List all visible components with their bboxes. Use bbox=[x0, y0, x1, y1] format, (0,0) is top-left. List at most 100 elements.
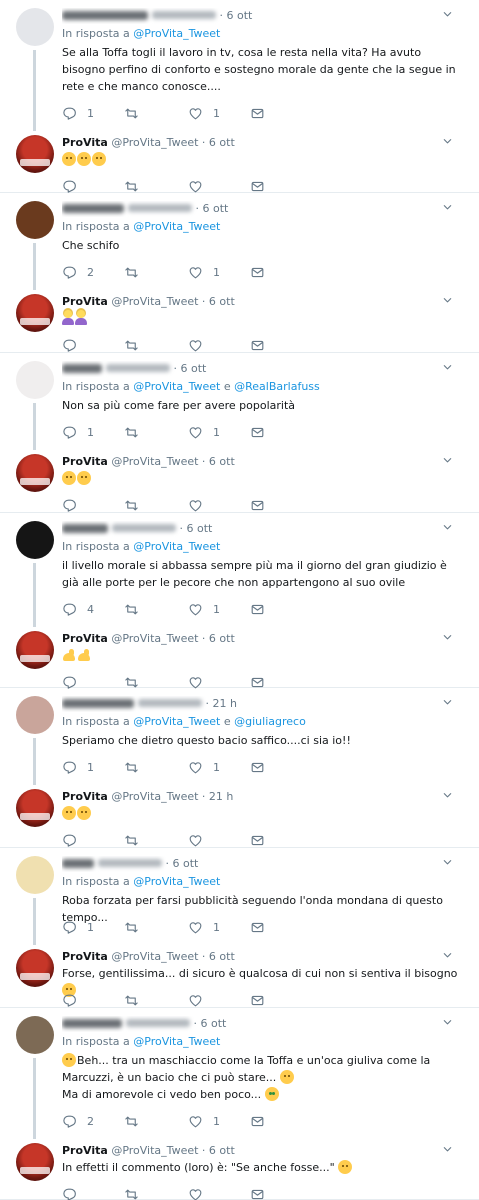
provita-avatar[interactable] bbox=[16, 294, 54, 332]
provita-avatar[interactable] bbox=[16, 949, 54, 987]
reply-button[interactable] bbox=[62, 497, 77, 513]
tweet-menu[interactable] bbox=[442, 1144, 453, 1158]
tweet-menu[interactable] bbox=[442, 136, 453, 150]
provita-avatar[interactable] bbox=[16, 135, 54, 173]
author-name[interactable]: ProVita bbox=[62, 136, 108, 149]
like-button[interactable] bbox=[188, 1186, 203, 1200]
author-handle[interactable]: @ProVita_Tweet bbox=[111, 790, 198, 803]
mention-link[interactable]: @RealBarlafuss bbox=[234, 380, 320, 393]
author-handle-redacted[interactable] bbox=[98, 859, 162, 867]
retweet-button[interactable] bbox=[124, 178, 139, 194]
tweet-time[interactable]: 6 ott bbox=[203, 202, 229, 215]
reply-button[interactable] bbox=[62, 1186, 77, 1200]
tweet-time[interactable]: 6 ott bbox=[187, 522, 213, 535]
tweet-time[interactable]: 6 ott bbox=[209, 136, 235, 149]
author-handle-redacted[interactable] bbox=[152, 11, 216, 19]
tweet-menu[interactable] bbox=[442, 632, 453, 646]
mention-link[interactable]: @ProVita_Tweet bbox=[133, 27, 220, 40]
author-handle-redacted[interactable] bbox=[138, 699, 202, 707]
message-button[interactable] bbox=[250, 337, 265, 353]
author-handle[interactable]: @ProVita_Tweet bbox=[111, 295, 198, 308]
mention-link[interactable]: @ProVita_Tweet bbox=[133, 380, 220, 393]
author-name-redacted[interactable] bbox=[62, 699, 134, 708]
author-name-redacted[interactable] bbox=[62, 11, 148, 20]
reply-button[interactable] bbox=[62, 832, 77, 848]
tweet-time[interactable]: 6 ott bbox=[173, 857, 199, 870]
retweet-button[interactable] bbox=[124, 337, 139, 353]
message-button[interactable] bbox=[250, 759, 265, 775]
mention-link[interactable]: @ProVita_Tweet bbox=[133, 1035, 220, 1048]
tweet-menu[interactable] bbox=[442, 202, 453, 216]
tweet-menu[interactable] bbox=[442, 790, 453, 804]
like-button[interactable]: 1 bbox=[188, 105, 220, 121]
author-name-redacted[interactable] bbox=[62, 859, 94, 868]
retweet-button[interactable] bbox=[124, 105, 149, 121]
tweet-menu[interactable] bbox=[442, 857, 453, 871]
author-handle-redacted[interactable] bbox=[128, 204, 192, 212]
tweet-menu[interactable] bbox=[442, 455, 453, 469]
like-button[interactable]: 1 bbox=[188, 264, 220, 280]
author-handle-redacted[interactable] bbox=[112, 524, 176, 532]
reply-button[interactable]: 4 bbox=[62, 601, 94, 617]
retweet-button[interactable] bbox=[124, 832, 139, 848]
author-name-redacted[interactable] bbox=[62, 364, 102, 373]
provita-avatar[interactable] bbox=[16, 789, 54, 827]
tweet-time[interactable]: 6 ott bbox=[181, 362, 207, 375]
avatar[interactable] bbox=[16, 361, 54, 399]
reply-button[interactable]: 1 bbox=[62, 105, 94, 121]
mention-link[interactable]: @ProVita_Tweet bbox=[133, 875, 220, 888]
author-name[interactable]: ProVita bbox=[62, 632, 108, 645]
tweet-menu[interactable] bbox=[442, 697, 453, 711]
avatar[interactable] bbox=[16, 856, 54, 894]
author-handle-redacted[interactable] bbox=[106, 364, 170, 372]
tweet-menu[interactable] bbox=[442, 950, 453, 964]
message-button[interactable] bbox=[250, 1186, 265, 1200]
reply-button[interactable]: 2 bbox=[62, 264, 94, 280]
mention-link[interactable]: @ProVita_Tweet bbox=[133, 715, 220, 728]
provita-avatar[interactable] bbox=[16, 631, 54, 669]
author-name[interactable]: ProVita bbox=[62, 455, 108, 468]
provita-avatar[interactable] bbox=[16, 454, 54, 492]
message-button[interactable] bbox=[250, 105, 265, 121]
reply-button[interactable]: 1 bbox=[62, 919, 94, 935]
tweet-menu[interactable] bbox=[442, 295, 453, 309]
message-button[interactable] bbox=[250, 497, 265, 513]
author-handle[interactable]: @ProVita_Tweet bbox=[111, 632, 198, 645]
mention-link[interactable]: @ProVita_Tweet bbox=[133, 540, 220, 553]
author-handle[interactable]: @ProVita_Tweet bbox=[111, 136, 198, 149]
tweet-time[interactable]: 6 ott bbox=[209, 1144, 235, 1157]
author-name[interactable]: ProVita bbox=[62, 950, 108, 963]
tweet-time[interactable]: 21 h bbox=[213, 697, 237, 710]
retweet-button[interactable] bbox=[124, 424, 149, 440]
avatar[interactable] bbox=[16, 521, 54, 559]
provita-avatar[interactable] bbox=[16, 1143, 54, 1181]
message-button[interactable] bbox=[250, 178, 265, 194]
author-handle[interactable]: @ProVita_Tweet bbox=[111, 455, 198, 468]
author-name[interactable]: ProVita bbox=[62, 1144, 108, 1157]
tweet-menu[interactable] bbox=[442, 522, 453, 536]
tweet-time[interactable]: 6 ott bbox=[209, 455, 235, 468]
reply-button[interactable] bbox=[62, 992, 77, 1008]
avatar[interactable] bbox=[16, 201, 54, 239]
reply-button[interactable]: 1 bbox=[62, 424, 94, 440]
like-button[interactable] bbox=[188, 337, 203, 353]
mention-link[interactable]: @giuliagreco bbox=[234, 715, 306, 728]
like-button[interactable] bbox=[188, 178, 203, 194]
avatar[interactable] bbox=[16, 696, 54, 734]
like-button[interactable] bbox=[188, 832, 203, 848]
like-button[interactable]: 1 bbox=[188, 1113, 220, 1129]
author-handle-redacted[interactable] bbox=[126, 1019, 190, 1027]
author-name[interactable]: ProVita bbox=[62, 790, 108, 803]
author-name-redacted[interactable] bbox=[62, 204, 124, 213]
retweet-button[interactable] bbox=[124, 1113, 149, 1129]
tweet-time[interactable]: 6 ott bbox=[227, 9, 253, 22]
message-button[interactable] bbox=[250, 424, 265, 440]
reply-button[interactable] bbox=[62, 178, 77, 194]
reply-button[interactable] bbox=[62, 337, 77, 353]
avatar[interactable] bbox=[16, 8, 54, 46]
tweet-time[interactable]: 6 ott bbox=[209, 632, 235, 645]
tweet-time[interactable]: 6 ott bbox=[209, 950, 235, 963]
retweet-button[interactable] bbox=[124, 601, 149, 617]
mention-link[interactable]: @ProVita_Tweet bbox=[133, 220, 220, 233]
retweet-button[interactable] bbox=[124, 497, 139, 513]
